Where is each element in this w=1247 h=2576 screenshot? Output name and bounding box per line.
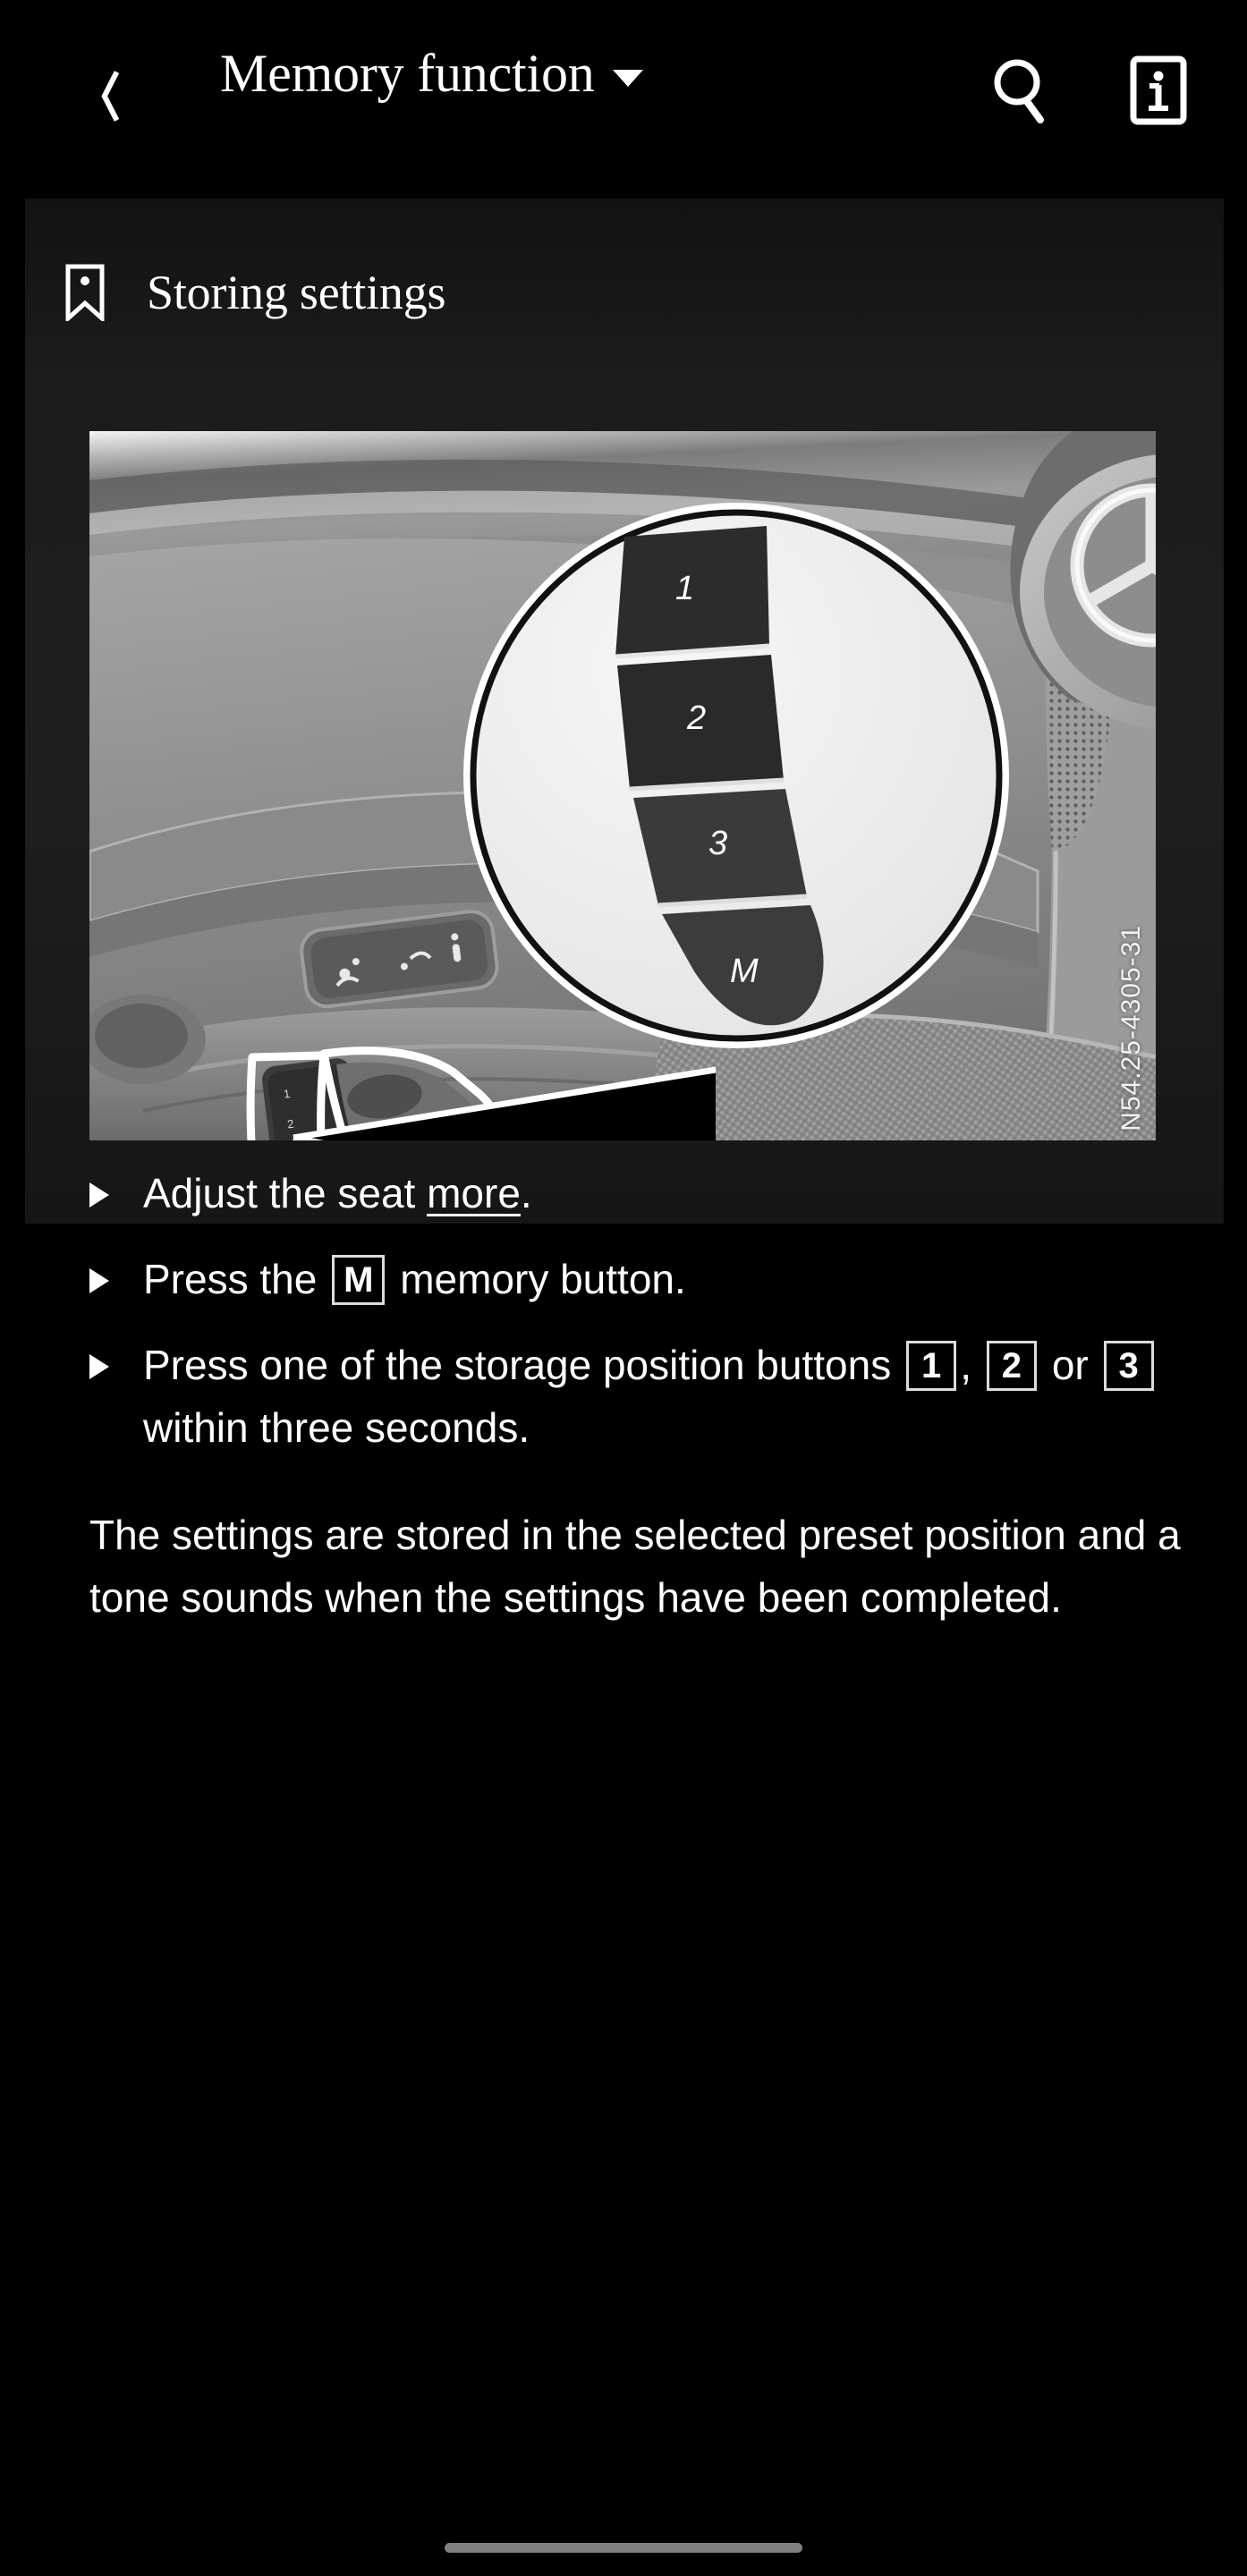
door-panel-illustration: 1 2 3 M — [89, 431, 1156, 1140]
chevron-down-icon — [612, 70, 643, 87]
search-button[interactable] — [980, 47, 1062, 136]
app-screen: Memory function Storing settings 1 2 1 2… — [0, 0, 1247, 2576]
callout-label-1: 1 — [675, 570, 694, 607]
step-text-prefix: Press one of the storage position button… — [143, 1341, 903, 1388]
info-button[interactable] — [1114, 47, 1203, 136]
back-button[interactable] — [64, 47, 140, 140]
step-item: Press one of the storage position button… — [0, 1335, 1247, 1460]
triangle-bullet-icon — [89, 1182, 109, 1208]
step-text-suffix: . — [520, 1170, 532, 1216]
callout-label-m: M — [730, 953, 759, 990]
step-sep-1: , — [960, 1341, 983, 1388]
section-title: Storing settings — [147, 266, 446, 319]
callout-label-2: 2 — [686, 699, 706, 737]
instructions: Adjust the seat more. Press the M memory… — [0, 1163, 1247, 1629]
result-paragraph: The settings are stored in the selected … — [89, 1511, 1181, 1621]
title-dropdown[interactable]: Memory function — [220, 43, 643, 105]
figure-image: 1 2 3 M — [89, 431, 1156, 1140]
home-indicator[interactable] — [445, 2543, 802, 2553]
step-text-prefix: Adjust the seat — [143, 1170, 428, 1216]
triangle-bullet-icon — [89, 1353, 109, 1379]
more-link[interactable]: more — [427, 1170, 521, 1216]
figure-code: N54.25-4305-31 — [1116, 925, 1146, 1131]
step-sep-2: or — [1040, 1341, 1100, 1388]
app-bar: Memory function — [0, 0, 1247, 183]
bookmark-icon — [65, 264, 105, 321]
memory-button-badge: M — [332, 1254, 386, 1305]
section-header: Storing settings — [64, 264, 446, 321]
step-text-prefix: Press the — [143, 1255, 329, 1302]
chevron-left-icon — [89, 69, 115, 117]
callout-label-3: 3 — [708, 825, 727, 862]
step-item: Press the M memory button. — [0, 1249, 1247, 1311]
step-text-suffix: within three seconds. — [143, 1403, 530, 1451]
step-text-suffix: memory button. — [388, 1255, 686, 1302]
position-badge-3: 3 — [1103, 1340, 1154, 1391]
search-icon — [994, 59, 1044, 123]
step-item: Adjust the seat more. — [0, 1163, 1247, 1225]
triangle-bullet-icon — [89, 1267, 109, 1293]
page-title: Memory function — [220, 44, 595, 103]
info-icon — [1130, 55, 1187, 125]
position-badge-1: 1 — [905, 1340, 957, 1391]
position-badge-2: 2 — [986, 1340, 1038, 1391]
